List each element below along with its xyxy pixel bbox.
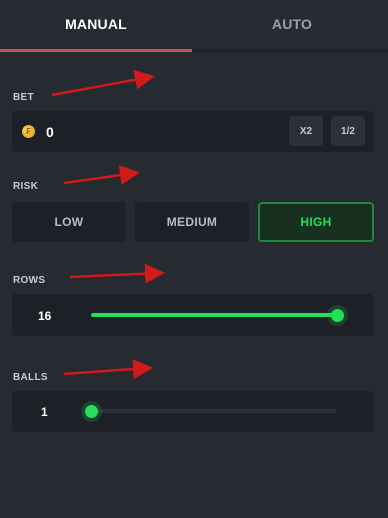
arrow-to-risk bbox=[63, 165, 140, 185]
annotation-arrows bbox=[51, 69, 165, 380]
balls-slider-track[interactable] bbox=[91, 409, 337, 413]
rows-slider-fill bbox=[91, 313, 337, 317]
balls-slider-handle[interactable] bbox=[84, 405, 98, 418]
risk-label: RISK bbox=[13, 181, 39, 192]
arrow-to-rows bbox=[69, 263, 165, 284]
coin-icon: ₣ bbox=[22, 125, 35, 138]
rows-slider-handle[interactable] bbox=[330, 309, 344, 322]
risk-low-button[interactable]: LOW bbox=[12, 202, 126, 242]
tab-auto[interactable]: AUTO bbox=[196, 0, 388, 48]
arrow-to-bet bbox=[51, 69, 155, 97]
bet-field[interactable]: ₣ 0 X2 1/2 bbox=[12, 111, 373, 152]
tab-active-indicator bbox=[0, 49, 192, 52]
bet-amount[interactable]: 0 bbox=[46, 124, 54, 140]
tab-manual[interactable]: MANUAL bbox=[0, 0, 192, 48]
half-bet-button[interactable]: 1/2 bbox=[331, 116, 365, 146]
balls-slider-panel: 1 bbox=[12, 391, 373, 432]
mode-tabs: MANUAL AUTO bbox=[0, 0, 388, 52]
rows-label: ROWS bbox=[13, 275, 46, 286]
arrow-to-balls bbox=[63, 359, 153, 380]
risk-medium-button[interactable]: MEDIUM bbox=[135, 202, 249, 242]
balls-label: BALLS bbox=[13, 372, 48, 383]
bet-label: BET bbox=[13, 92, 34, 103]
rows-slider-panel: 16 bbox=[12, 294, 373, 336]
double-bet-button[interactable]: X2 bbox=[289, 116, 323, 146]
balls-value: 1 bbox=[41, 405, 48, 419]
rows-slider-track[interactable] bbox=[91, 313, 337, 317]
rows-value: 16 bbox=[38, 309, 52, 323]
risk-high-button[interactable]: HIGH bbox=[258, 202, 374, 242]
